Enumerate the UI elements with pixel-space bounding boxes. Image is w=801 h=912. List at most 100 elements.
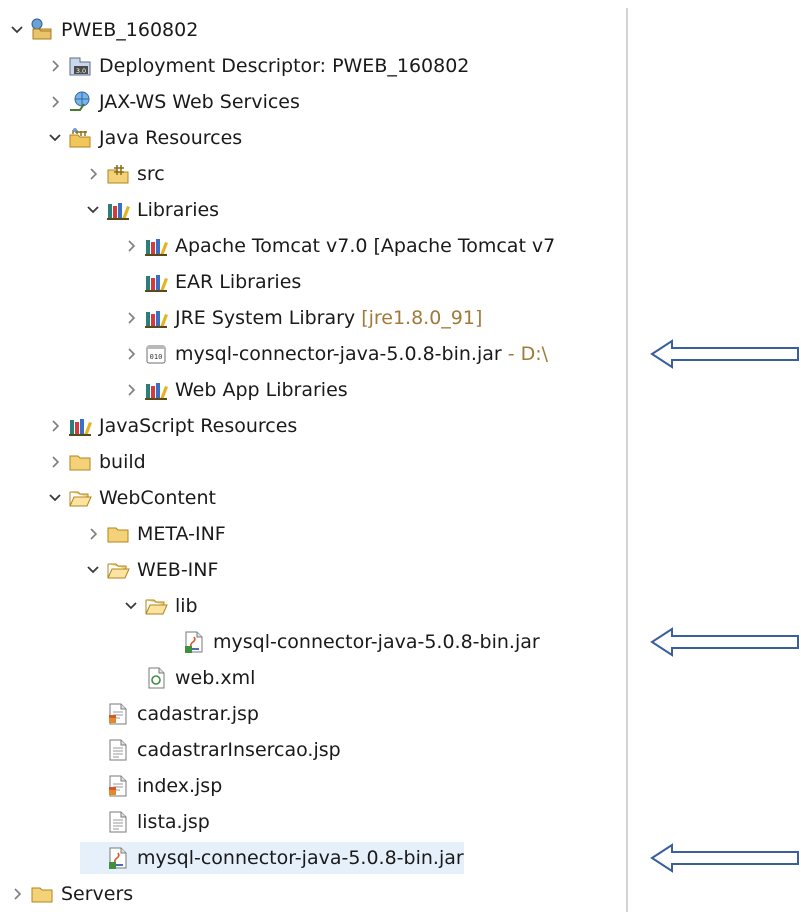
- collapse-chevron-icon[interactable]: [42, 122, 68, 154]
- collapse-chevron-icon[interactable]: [42, 482, 68, 514]
- tree-item-mysql-connector-java-5-0-8-bin-jar[interactable]: 010 mysql-connector-java-5.0.8-bin.jar - D…: [118, 338, 548, 370]
- library-icon: [144, 234, 168, 258]
- collapse-chevron-icon[interactable]: [80, 194, 106, 226]
- collapse-chevron-icon[interactable]: [118, 590, 144, 622]
- jar-icon: 010: [144, 342, 168, 366]
- tree-item-label: Web App Libraries: [175, 379, 348, 401]
- tree-item-webcontent[interactable]: WebContent: [42, 482, 216, 514]
- tree-item-web-xml[interactable]: web.xml: [118, 662, 255, 694]
- view-divider: [626, 8, 628, 912]
- tree-item-java-resources[interactable]: Java Resources: [42, 122, 242, 154]
- expand-chevron-icon[interactable]: [42, 50, 68, 82]
- tree-item-pweb-160802[interactable]: PWEB_160802: [4, 14, 198, 46]
- collapse-chevron-icon[interactable]: [4, 14, 30, 46]
- tree-item-label: WEB-INF: [137, 559, 219, 581]
- folder-open-icon: [144, 594, 168, 618]
- tree-item-label: META-INF: [137, 523, 226, 545]
- folder-open-icon: [106, 558, 130, 582]
- tree-item-label: Deployment Descriptor: PWEB_160802: [99, 55, 470, 77]
- tree-item-deployment-descriptor-pweb-160802[interactable]: 3.0 Deployment Descriptor: PWEB_160802: [42, 50, 469, 82]
- web-project-icon: [30, 18, 54, 42]
- java-resources-icon: [68, 126, 92, 150]
- annotation-arrow-icon: [650, 627, 799, 657]
- tree-item-jax-ws-web-services[interactable]: JAX-WS Web Services: [42, 86, 300, 118]
- expand-chevron-icon[interactable]: [42, 410, 68, 442]
- tree-item-label: JavaScript Resources: [99, 415, 298, 437]
- expand-chevron-icon[interactable]: [118, 230, 144, 262]
- tree-item-label: build: [99, 451, 146, 473]
- tree-item-label: Apache Tomcat v7.0 [Apache Tomcat v7: [175, 235, 556, 257]
- expand-chevron-icon[interactable]: [42, 446, 68, 478]
- tree-item-ear-libraries[interactable]: EAR Libraries: [118, 266, 301, 298]
- tree-item-jre-system-library[interactable]: JRE System Library [jre1.8.0_91]: [118, 302, 482, 334]
- tree-item-label: index.jsp: [137, 775, 223, 797]
- expand-chevron-icon[interactable]: [118, 302, 144, 334]
- tree-item-cadastrar-jsp[interactable]: cadastrar.jsp: [80, 698, 259, 730]
- tree-item-cadastrarinsercao-jsp[interactable]: cadastrarInsercao.jsp: [80, 734, 341, 766]
- tree-item-decoration: - D:\: [507, 343, 549, 365]
- expand-chevron-icon[interactable]: [4, 878, 30, 910]
- tree-item-label: cadastrar.jsp: [137, 703, 259, 725]
- jsp-file-icon: [106, 774, 130, 798]
- svg-text:010: 010: [150, 353, 163, 361]
- tree-item-label: Libraries: [137, 199, 220, 221]
- tree-item-servers[interactable]: Servers: [4, 878, 133, 910]
- annotation-arrow-icon: [650, 339, 799, 369]
- tree-item-apache-tomcat-v7-0-apache-tomcat-v7[interactable]: Apache Tomcat v7.0 [Apache Tomcat v7: [118, 230, 555, 262]
- tree-item-label: JRE System Library: [175, 307, 356, 329]
- xml-file-icon: [144, 666, 168, 690]
- tree-item-lib[interactable]: lib: [118, 590, 198, 622]
- folder-icon: [30, 882, 54, 906]
- tree-item-label: mysql-connector-java-5.0.8-bin.jar: [137, 847, 464, 869]
- tree-item-web-inf[interactable]: WEB-INF: [80, 554, 218, 586]
- expand-chevron-icon[interactable]: [80, 518, 106, 550]
- tree-item-decoration: [jre1.8.0_91]: [361, 307, 483, 329]
- expand-chevron-icon[interactable]: [118, 338, 144, 370]
- tree-item-label: mysql-connector-java-5.0.8-bin.jar: [175, 343, 502, 365]
- tree-item-libraries[interactable]: Libraries: [80, 194, 219, 226]
- folder-icon: [106, 522, 130, 546]
- library-icon: [144, 270, 168, 294]
- project-explorer-tree: PWEB_160802 3.0 Deployment Descriptor: PWE…: [0, 0, 626, 912]
- jar-file-icon: [182, 630, 206, 654]
- tree-item-mysql-connector-java-5-0-8-bin-jar[interactable]: mysql-connector-java-5.0.8-bin.jar: [80, 842, 464, 874]
- deployment-descriptor-icon: 3.0: [68, 54, 92, 78]
- expand-chevron-icon[interactable]: [42, 86, 68, 118]
- tree-item-web-app-libraries[interactable]: Web App Libraries: [118, 374, 348, 406]
- tree-item-label: cadastrarInsercao.jsp: [137, 739, 341, 761]
- collapse-chevron-icon[interactable]: [80, 554, 106, 586]
- text-file-icon: [106, 810, 130, 834]
- tree-item-label: PWEB_160802: [61, 19, 199, 41]
- folder-icon: [68, 450, 92, 474]
- expand-chevron-icon[interactable]: [118, 374, 144, 406]
- tree-item-meta-inf[interactable]: META-INF: [80, 518, 226, 550]
- tree-item-build[interactable]: build: [42, 446, 146, 478]
- folder-open-icon: [68, 486, 92, 510]
- tree-item-label: lib: [175, 595, 198, 617]
- svg-text:3.0: 3.0: [76, 67, 86, 75]
- web-services-icon: [68, 90, 92, 114]
- tree-item-mysql-connector-java-5-0-8-bin-jar[interactable]: mysql-connector-java-5.0.8-bin.jar: [156, 626, 540, 658]
- jsp-file-icon: [106, 702, 130, 726]
- tree-item-label: src: [137, 163, 165, 185]
- tree-item-label: WebContent: [99, 487, 216, 509]
- expand-chevron-icon[interactable]: [80, 158, 106, 190]
- tree-item-javascript-resources[interactable]: JavaScript Resources: [42, 410, 297, 442]
- text-file-icon: [106, 738, 130, 762]
- tree-item-lista-jsp[interactable]: lista.jsp: [80, 806, 210, 838]
- tree-item-label: lista.jsp: [137, 811, 210, 833]
- library-icon: [144, 306, 168, 330]
- library-icon: [106, 198, 130, 222]
- tree-item-index-jsp[interactable]: index.jsp: [80, 770, 222, 802]
- tree-item-src[interactable]: src: [80, 158, 165, 190]
- tree-item-label: EAR Libraries: [175, 271, 302, 293]
- tree-item-label: Servers: [61, 883, 134, 905]
